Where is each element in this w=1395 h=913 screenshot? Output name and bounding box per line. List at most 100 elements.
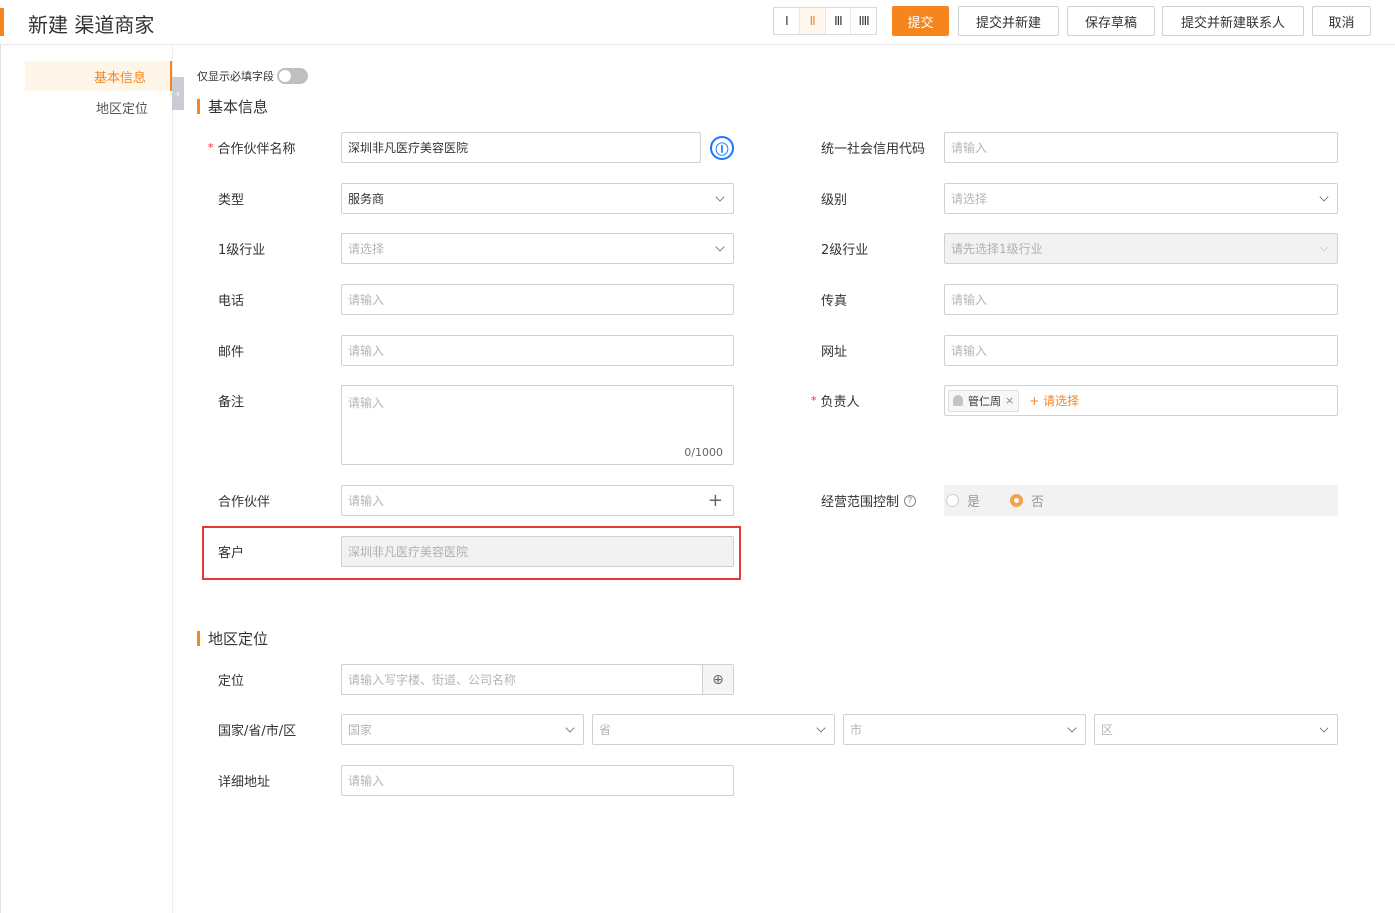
- city-placeholder: 市: [850, 723, 863, 737]
- chevron-down-icon: [715, 192, 725, 202]
- close-icon[interactable]: ×: [1005, 394, 1014, 407]
- chevron-down-icon: [1067, 723, 1077, 733]
- column-layout-switcher: I II III IIII: [773, 7, 877, 35]
- sidebar-item-region[interactable]: 地区定位: [25, 92, 172, 122]
- submit-and-new-contact-button[interactable]: 提交并新建联系人: [1162, 6, 1304, 36]
- owner-tag-name: 管仁周: [968, 394, 1001, 408]
- scope-no-label: 否: [1031, 495, 1045, 510]
- level-label: 级别: [821, 193, 848, 208]
- credit-code-input[interactable]: 请输入: [944, 132, 1338, 163]
- country-select[interactable]: 国家: [341, 714, 584, 745]
- owner-tag: 管仁周 ×: [948, 389, 1020, 412]
- locate-icon[interactable]: ⊕: [702, 665, 733, 694]
- chevron-down-icon: [816, 723, 826, 733]
- industry2-select: 请先选择1级行业: [944, 233, 1338, 264]
- required-only-toggle-row: 仅显示必填字段: [197, 68, 308, 84]
- page-header: 新建 渠道商家 I II III IIII 提交 提交并新建 保存草稿 提交并新…: [0, 0, 1395, 45]
- owner-label: * 负责人: [811, 385, 860, 416]
- page-title: 新建 渠道商家: [28, 13, 155, 37]
- address-label: 详细地址: [218, 775, 271, 790]
- phone-input[interactable]: 请输入: [341, 284, 734, 315]
- help-icon[interactable]: ?: [904, 494, 917, 507]
- chevron-down-icon: [715, 242, 725, 252]
- layout-3-column-button[interactable]: III: [826, 8, 852, 34]
- add-owner-link[interactable]: + 请选择: [1029, 392, 1079, 409]
- type-select[interactable]: 服务商: [341, 183, 734, 214]
- title-accent-bar: [0, 8, 4, 36]
- industry2-label: 2级行业: [821, 243, 869, 258]
- partner-placeholder: 请输入: [348, 494, 385, 508]
- scope-yes-label: 是: [967, 495, 981, 510]
- level-select[interactable]: 请选择: [944, 183, 1338, 214]
- partner-name-label-text: 合作伙伴名称: [217, 142, 296, 157]
- submit-button[interactable]: 提交: [892, 6, 949, 36]
- owner-picker[interactable]: 管仁周 × + 请选择: [944, 385, 1338, 416]
- remark-placeholder: 请输入: [348, 396, 385, 410]
- required-only-label: 仅显示必填字段: [197, 70, 274, 83]
- user-icon: [953, 395, 963, 406]
- layout-4-column-button[interactable]: IIII: [851, 8, 876, 34]
- phone-label: 电话: [218, 294, 245, 309]
- address-input[interactable]: 请输入: [341, 765, 734, 796]
- district-select[interactable]: 区: [1094, 714, 1338, 745]
- section-accent-bar: [197, 99, 200, 114]
- partner-name-input[interactable]: 深圳非凡医疗美容医院: [341, 132, 701, 163]
- country-placeholder: 国家: [348, 723, 373, 737]
- level-select-placeholder: 请选择: [951, 192, 988, 206]
- district-placeholder: 区: [1101, 723, 1114, 737]
- layout-1-column-button[interactable]: I: [774, 8, 800, 34]
- email-label: 邮件: [218, 345, 245, 360]
- scope-yes-radio[interactable]: [946, 494, 959, 507]
- remark-textarea[interactable]: 请输入 0/1000: [341, 385, 734, 465]
- owner-label-text: 负责人: [820, 395, 860, 410]
- partner-name-label: * 合作伙伴名称: [208, 132, 296, 163]
- type-select-value: 服务商: [348, 192, 385, 206]
- partner-label: 合作伙伴: [218, 495, 271, 510]
- location-placeholder: 请输入写字楼、街道、公司名称: [348, 673, 517, 687]
- province-placeholder: 省: [599, 723, 612, 737]
- scope-control-radio-group: 是 否: [944, 485, 1338, 516]
- region-label: 国家/省/市/区: [218, 724, 297, 739]
- scope-control-label: 经营范围控制 ?: [821, 485, 917, 516]
- section-accent-bar: [197, 631, 200, 646]
- industry1-placeholder: 请选择: [348, 242, 385, 256]
- website-label: 网址: [821, 345, 848, 360]
- chevron-down-icon: [1319, 723, 1329, 733]
- industry1-select[interactable]: 请选择: [341, 233, 734, 264]
- business-info-icon[interactable]: Ⓘ: [710, 136, 734, 160]
- fax-label: 传真: [821, 294, 848, 309]
- required-mark: *: [208, 141, 214, 154]
- remark-label: 备注: [218, 395, 245, 410]
- type-label: 类型: [218, 193, 245, 208]
- province-select[interactable]: 省: [592, 714, 835, 745]
- scope-control-label-text: 经营范围控制: [821, 495, 900, 510]
- website-input[interactable]: 请输入: [944, 335, 1338, 366]
- location-search-input[interactable]: 请输入写字楼、街道、公司名称 ⊕: [341, 664, 734, 695]
- city-select[interactable]: 市: [843, 714, 1086, 745]
- collapse-sidebar-icon[interactable]: ‹: [172, 77, 184, 110]
- plus-icon[interactable]: +: [708, 490, 723, 511]
- email-input[interactable]: 请输入: [341, 335, 734, 366]
- save-draft-button[interactable]: 保存草稿: [1067, 6, 1155, 36]
- required-mark: *: [811, 394, 817, 407]
- fax-input[interactable]: 请输入: [944, 284, 1338, 315]
- sidebar-item-basic-info[interactable]: 基本信息: [25, 61, 172, 91]
- section-title-region-text: 地区定位: [208, 630, 269, 648]
- section-nav-sidebar: [0, 45, 173, 913]
- location-label: 定位: [218, 674, 245, 689]
- section-title-region: 地区定位: [197, 628, 268, 649]
- layout-2-column-button[interactable]: II: [799, 8, 826, 34]
- credit-code-label: 统一社会信用代码: [821, 142, 926, 157]
- section-title-basic-text: 基本信息: [208, 98, 269, 116]
- customer-label: 客户: [218, 546, 245, 561]
- required-only-toggle[interactable]: [277, 68, 308, 84]
- submit-and-new-button[interactable]: 提交并新建: [958, 6, 1059, 36]
- cancel-button[interactable]: 取消: [1312, 6, 1371, 36]
- chevron-down-icon: [1319, 192, 1329, 202]
- sidebar-edge: [0, 45, 1, 913]
- scope-no-radio[interactable]: [1010, 494, 1024, 507]
- partner-input[interactable]: 请输入 +: [341, 485, 734, 516]
- customer-input: 深圳非凡医疗美容医院: [341, 536, 734, 567]
- chevron-down-icon: [1319, 242, 1329, 252]
- industry2-placeholder: 请先选择1级行业: [951, 242, 1043, 256]
